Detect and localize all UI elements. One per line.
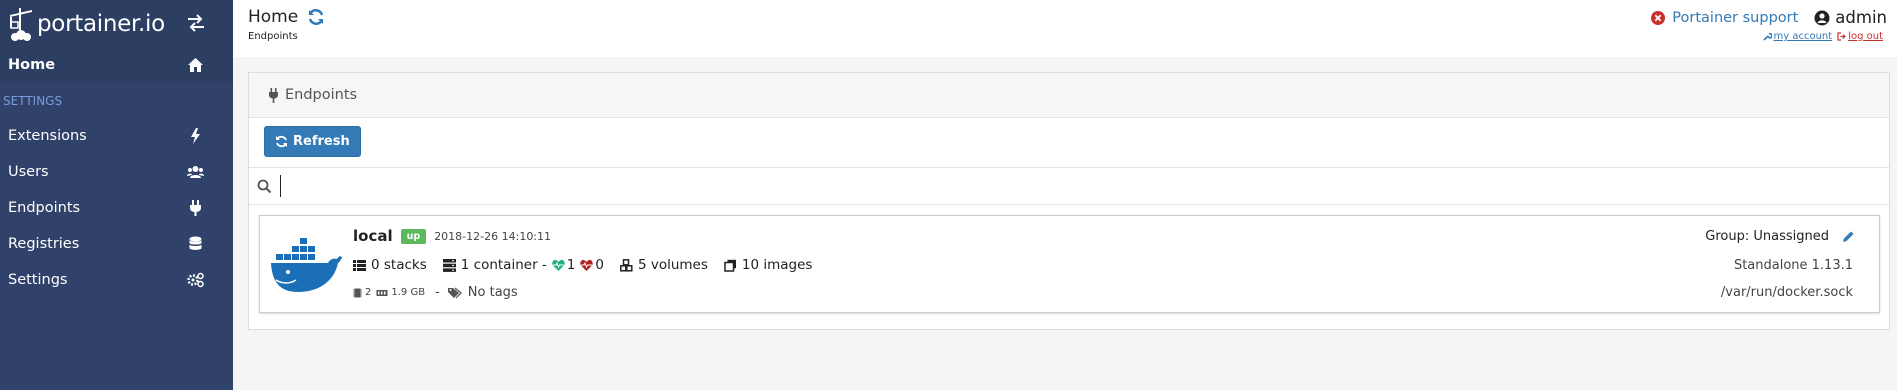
database-icon bbox=[189, 236, 202, 250]
sidebar-item-label: Registries bbox=[8, 236, 80, 252]
endpoint-date: 2018-12-26 14:10:11 bbox=[434, 229, 552, 243]
my-account-link[interactable]: my account bbox=[1762, 31, 1833, 42]
th-list-icon bbox=[353, 259, 366, 271]
close-circle-icon bbox=[1651, 10, 1666, 25]
endpoints-widget: Endpoints Refresh local up 2018-12-26 14… bbox=[248, 72, 1890, 330]
volumes-stat: 5 volumes bbox=[620, 257, 708, 273]
containers-stat: 1 container - 1 0 bbox=[442, 257, 604, 273]
heartbeat-icon bbox=[580, 259, 594, 271]
page-title: Home bbox=[248, 7, 325, 27]
header-links: my account log out bbox=[1762, 31, 1883, 42]
endpoint-name: local bbox=[353, 227, 393, 245]
endpoint-card[interactable]: local up 2018-12-26 14:10:11 0 stacks 1 … bbox=[259, 215, 1880, 313]
log-out-link[interactable]: log out bbox=[1837, 31, 1883, 42]
sidebar-item-extensions[interactable]: Extensions bbox=[0, 118, 233, 154]
sidebar-item-label: Extensions bbox=[8, 128, 87, 144]
log-out-label: log out bbox=[1848, 31, 1883, 42]
home-icon bbox=[188, 58, 203, 72]
pencil-icon[interactable] bbox=[1842, 230, 1855, 243]
user-menu: admin bbox=[1814, 8, 1887, 27]
unhealthy-containers: 0 bbox=[580, 257, 604, 273]
brand: portainer.io bbox=[0, 0, 233, 47]
endpoint-title-row: local up 2018-12-26 14:10:11 bbox=[353, 227, 551, 245]
search-bar bbox=[249, 167, 1889, 205]
refresh-button[interactable]: Refresh bbox=[264, 126, 361, 157]
sidebar-item-label: Users bbox=[8, 164, 49, 180]
clone-icon bbox=[724, 259, 736, 272]
bolt-icon bbox=[191, 128, 200, 144]
support-label: Portainer support bbox=[1672, 9, 1799, 26]
plug-icon bbox=[269, 87, 278, 103]
memory-chip-icon bbox=[353, 288, 362, 297]
cpu-count: 2 bbox=[365, 287, 372, 298]
cogs-icon bbox=[187, 272, 204, 288]
containers-count: 1 container - bbox=[460, 257, 547, 273]
sidebar-item-label: Home bbox=[8, 57, 56, 73]
widget-actions: Refresh bbox=[249, 118, 1889, 167]
username: admin bbox=[1835, 8, 1887, 27]
memory-icon bbox=[376, 289, 388, 296]
users-icon bbox=[187, 166, 204, 178]
refresh-icon bbox=[276, 135, 287, 148]
endpoint-tags: No tags bbox=[447, 285, 518, 300]
group-label: Group: Unassigned bbox=[1705, 229, 1829, 244]
heartbeat-icon bbox=[552, 259, 565, 271]
sidebar-item-users[interactable]: Users bbox=[0, 154, 233, 190]
sidebar-item-label: Endpoints bbox=[8, 200, 81, 216]
meta-separator: - bbox=[435, 285, 440, 300]
sidebar-item-settings[interactable]: Settings bbox=[0, 262, 233, 298]
sidebar-item-home[interactable]: Home bbox=[0, 47, 233, 83]
endpoint-group: Group: Unassigned bbox=[1705, 229, 1855, 244]
healthy-count: 1 bbox=[566, 257, 576, 273]
sidebar-item-endpoints[interactable]: Endpoints bbox=[0, 190, 233, 226]
tags-icon bbox=[447, 287, 462, 298]
endpoint-stats: 0 stacks 1 container - 1 0 5 volumes 10 … bbox=[353, 257, 828, 273]
stacks-count: 0 stacks bbox=[371, 257, 427, 273]
endpoint-url: /var/run/docker.sock bbox=[1720, 285, 1853, 300]
wrench-icon bbox=[1762, 32, 1772, 41]
refresh-button-label: Refresh bbox=[293, 134, 350, 149]
widget-title: Endpoints bbox=[285, 87, 358, 103]
memory-size: 1.9 GB bbox=[391, 287, 426, 298]
header-user-area: Portainer support admin bbox=[1651, 8, 1887, 27]
portainer-support-link[interactable]: Portainer support bbox=[1651, 10, 1798, 26]
top-header: Home Endpoints Portainer support admin m… bbox=[233, 0, 1897, 57]
images-count: 10 images bbox=[741, 257, 813, 273]
refresh-icon[interactable] bbox=[307, 8, 325, 26]
page-title-text: Home bbox=[248, 7, 299, 27]
user-circle-icon bbox=[1814, 10, 1830, 25]
portainer-crane-icon bbox=[10, 7, 32, 41]
server-icon bbox=[442, 258, 456, 272]
status-badge: up bbox=[400, 228, 427, 244]
search-input[interactable] bbox=[280, 175, 1860, 197]
sidebar-item-label: Settings bbox=[8, 272, 68, 288]
portainer-logo[interactable]: portainer.io bbox=[8, 6, 165, 42]
docker-icon bbox=[271, 238, 342, 292]
tags-label: No tags bbox=[467, 285, 518, 300]
search-icon bbox=[257, 179, 272, 193]
healthy-containers: 1 bbox=[552, 257, 576, 273]
volumes-count: 5 volumes bbox=[637, 257, 708, 273]
cubes-icon bbox=[620, 258, 633, 272]
widget-header: Endpoints bbox=[249, 73, 1889, 118]
unhealthy-count: 0 bbox=[595, 257, 604, 273]
toggle-sidebar-icon[interactable] bbox=[186, 14, 206, 32]
brand-name: portainer.io bbox=[37, 10, 165, 37]
sign-out-icon bbox=[1837, 32, 1847, 41]
sidebar: portainer.io Home SETTINGS Extensions Us… bbox=[0, 0, 233, 390]
stacks-stat: 0 stacks bbox=[353, 257, 427, 273]
plug-icon bbox=[190, 200, 201, 216]
sidebar-item-registries[interactable]: Registries bbox=[0, 226, 233, 262]
endpoint-meta: 2 1.9 GB - No tags bbox=[353, 285, 518, 300]
endpoint-type: Standalone 1.13.1 bbox=[1733, 258, 1853, 273]
my-account-label: my account bbox=[1773, 31, 1833, 42]
settings-section-label: SETTINGS bbox=[3, 93, 63, 108]
breadcrumb[interactable]: Endpoints bbox=[248, 31, 298, 42]
images-stat: 10 images bbox=[724, 257, 813, 273]
